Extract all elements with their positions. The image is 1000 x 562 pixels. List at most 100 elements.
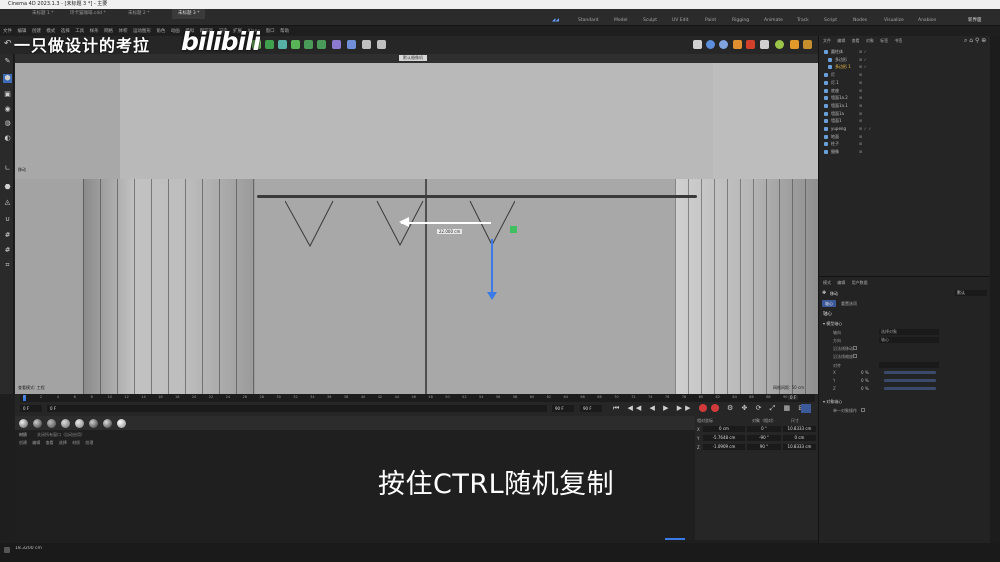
asset-icon[interactable]: [775, 40, 784, 49]
object-row[interactable]: 墙面1a ⊞: [821, 110, 989, 118]
timeline-mode-icon[interactable]: [801, 404, 811, 413]
object-row[interactable]: 摄像 ⊞: [821, 148, 989, 156]
search-icon[interactable]: ⌕ ⌂ ⚲ ⊕: [964, 37, 986, 45]
mini-slider[interactable]: [665, 538, 685, 540]
attr-menu-mode[interactable]: 模式: [823, 280, 831, 285]
cylinder-tool-icon[interactable]: [278, 40, 287, 49]
point-mode-icon[interactable]: ◉: [3, 105, 12, 114]
subdivision-tool-icon[interactable]: [304, 40, 313, 49]
axis-slider-y[interactable]: [884, 379, 936, 382]
axis-value[interactable]: 0 %: [861, 370, 869, 375]
grid-3-icon[interactable]: ⌗: [3, 261, 12, 270]
material-menu-create[interactable]: 创建: [19, 440, 27, 445]
coord-rot-y[interactable]: -90 °: [747, 435, 781, 441]
obj-menu-tag[interactable]: 标签: [880, 38, 888, 43]
render-view-icon[interactable]: [706, 40, 715, 49]
record-icon[interactable]: [699, 404, 707, 412]
key-tools[interactable]: ⚙ ✥ ⟳ ⤢ ▦ ⊞: [727, 404, 807, 413]
render-region-icon[interactable]: [693, 40, 702, 49]
layout-tab-anabion[interactable]: Anabion: [918, 17, 936, 25]
undo-icon[interactable]: ↶: [4, 39, 12, 49]
attr-direction-dropdown[interactable]: 轴心: [879, 337, 939, 343]
material-tab[interactable]: 材质: [19, 432, 27, 438]
object-row[interactable]: 灯.1 ⊞: [821, 79, 989, 87]
obj-menu-file[interactable]: 文件: [823, 38, 831, 43]
axis-mode-icon[interactable]: ∟: [3, 164, 12, 173]
tag-tool-icon[interactable]: [362, 40, 371, 49]
current-frame-field[interactable]: 0 F: [20, 405, 42, 412]
magnet-icon[interactable]: ∪: [3, 215, 12, 224]
menu-file[interactable]: 文件: [3, 29, 12, 34]
deformer-tool-icon[interactable]: [317, 40, 326, 49]
doc-tab-4[interactable]: 未标题 3 *: [172, 9, 206, 19]
material-tab-autostart[interactable]: 关闭所有窗口（自动启用）: [37, 432, 85, 438]
object-row[interactable]: 地面 ⊞: [821, 133, 989, 141]
camera-tool-icon[interactable]: [377, 40, 386, 49]
material-ball-icon[interactable]: [19, 419, 28, 428]
material-ball-icon[interactable]: [33, 419, 42, 428]
layout-tab-rigging[interactable]: Rigging: [732, 17, 749, 25]
coord-header-rotation[interactable]: 对象（相对）: [752, 418, 776, 424]
obj-menu-object[interactable]: 对象: [866, 38, 874, 43]
camera-label[interactable]: 默认摄像机: [399, 55, 427, 61]
end-frame-field-2[interactable]: 90 F: [580, 405, 602, 412]
material-ball-icon[interactable]: [47, 419, 56, 428]
mode-dropdown[interactable]: 默认: [955, 290, 987, 296]
menu-help[interactable]: 帮助: [280, 29, 289, 34]
snap-icon[interactable]: ⬣: [3, 183, 12, 192]
material-menu-material[interactable]: 材质: [72, 440, 80, 445]
coord-size-y[interactable]: 0 cm: [783, 435, 816, 441]
object-row[interactable]: 墙面1 ⊞: [821, 117, 989, 125]
polygon-mode-icon[interactable]: ◐: [3, 134, 12, 143]
doc-tab-3[interactable]: 未标题 2 *: [122, 9, 155, 19]
layout-tab-standard[interactable]: Standard: [578, 17, 598, 25]
normal-move-checkbox[interactable]: [853, 346, 857, 350]
timeline[interactable]: 0 2 4 6 8 10 12 14 16 18 20 22 24 26 28 30 32 34 36 38 40 42 4…: [15, 394, 818, 416]
coord-pos-y[interactable]: -5.7648 cm: [703, 435, 745, 441]
layout-tab-paint[interactable]: Paint: [705, 17, 716, 25]
axis-value[interactable]: 0 %: [861, 386, 869, 391]
material-menu-edit[interactable]: 编辑: [32, 440, 40, 445]
attr-axis-dropdown[interactable]: 选择对象: [879, 329, 939, 335]
coord-rot-z[interactable]: 90 °: [747, 444, 781, 450]
obj-menu-edit[interactable]: 编辑: [837, 38, 845, 43]
layout-tab-standard-icon[interactable]: ◢◢: [552, 17, 559, 25]
material-ball-icon[interactable]: [61, 419, 70, 428]
gizmo-y-arrow[interactable]: [487, 292, 497, 300]
material-ball-icon[interactable]: [103, 419, 112, 428]
object-row[interactable]: 底座 ⊞: [821, 87, 989, 95]
subsection-model-axis[interactable]: ▾ 模型轴心: [823, 321, 842, 327]
gizmo-y-axis[interactable]: [491, 239, 493, 295]
render-picture-icon[interactable]: [719, 40, 728, 49]
doc-tab-2[interactable]: 玲卡猫咖啡.c4d *: [64, 9, 112, 19]
material-menu-texture[interactable]: 纹理: [85, 440, 93, 445]
gizmo-x-axis[interactable]: [401, 222, 491, 224]
object-row[interactable]: 墙面1a.1 ⊞: [821, 102, 989, 110]
layout-tab-uvedit[interactable]: UV Edit: [672, 17, 689, 25]
material-ball-icon[interactable]: [89, 419, 98, 428]
object-row[interactable]: yupeng ⊞ ✓ ✓: [821, 125, 989, 133]
material-ball-icon[interactable]: [75, 419, 84, 428]
octane-icon[interactable]: [790, 40, 799, 49]
attr-menu-userdata[interactable]: 用户数据: [852, 280, 868, 285]
layout-tab-animate[interactable]: Animate: [764, 17, 783, 25]
coord-size-x[interactable]: 10.8333 cm: [783, 426, 816, 432]
coord-pos-z[interactable]: -1.0909 cm: [703, 444, 745, 450]
material-menu-view[interactable]: 查看: [46, 440, 54, 445]
object-row-selected[interactable]: 多边形 1 ⊞ ✓: [821, 63, 989, 71]
gizmo-x-arrow[interactable]: [399, 217, 409, 227]
edit-tool-icon[interactable]: ✎: [3, 57, 12, 66]
axis-value[interactable]: 0 %: [861, 378, 869, 383]
coord-header-size[interactable]: 尺寸: [791, 418, 799, 424]
doc-tab-1[interactable]: 未标题 1 *: [26, 9, 59, 19]
layout-tab-script[interactable]: Script: [824, 17, 837, 25]
object-row[interactable]: 多边形 ⊞ ✓: [821, 56, 989, 64]
spline-tool-icon[interactable]: [291, 40, 300, 49]
new-interface-button[interactable]: 新界面: [968, 17, 982, 25]
axis-slider-z[interactable]: [884, 387, 936, 390]
layout-tab-model[interactable]: Model: [614, 17, 628, 25]
viewport[interactable]: 22.000 cm 默认摄像机 移动 查看模式: 工程 网格间距: 50 cm: [15, 54, 818, 394]
effector-tool-icon[interactable]: [332, 40, 341, 49]
gizmo-z-handle[interactable]: [510, 226, 517, 233]
render-queue-icon[interactable]: [746, 40, 755, 49]
